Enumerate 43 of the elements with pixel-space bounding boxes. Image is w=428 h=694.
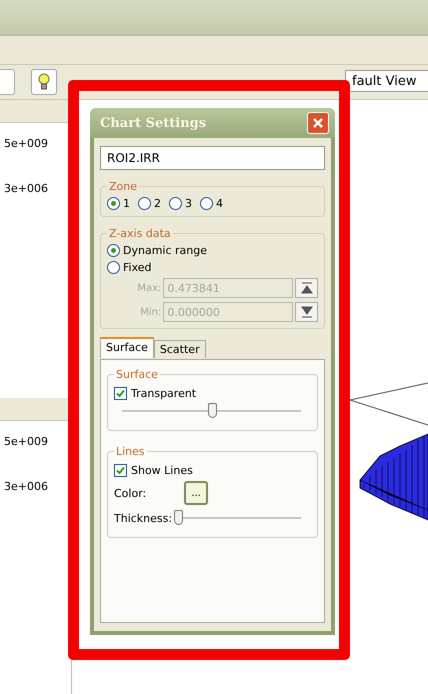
limit-label: Max:	[137, 282, 162, 294]
radio-circle[interactable]	[107, 197, 120, 210]
check-icon	[116, 466, 125, 475]
name-field[interactable]: ROI2.IRR	[100, 146, 325, 170]
radio-button[interactable]: 2	[138, 197, 161, 210]
radio-circle[interactable]	[138, 197, 151, 210]
slider-thumb[interactable]	[174, 510, 184, 525]
window-title: Chart Settings	[100, 116, 206, 130]
tab[interactable]: Surface	[100, 337, 154, 358]
tab[interactable]: Scatter	[154, 340, 206, 358]
lightbulb-icon[interactable]	[31, 69, 57, 95]
limit-label: Min:	[139, 306, 162, 318]
spin-button[interactable]	[295, 278, 318, 298]
radio-button[interactable]: 3	[169, 197, 192, 210]
radio-circle[interactable]	[107, 244, 120, 257]
value-text: 5e+009	[3, 434, 49, 450]
view-field[interactable]: fault View	[345, 70, 428, 92]
checkbox[interactable]: Show Lines	[114, 464, 311, 477]
value-text: 3e+006	[3, 479, 49, 495]
radio-circle[interactable]	[169, 197, 182, 210]
radio-button[interactable]: Dynamic range	[107, 244, 318, 257]
checkbox[interactable]: Transparent	[114, 387, 196, 400]
group-label: Lines	[115, 445, 146, 458]
value-text: 3e+006	[3, 181, 49, 197]
radio-button[interactable]: Fixed	[107, 261, 318, 274]
color-label: Color:	[114, 486, 146, 500]
group-label: Z-axis data	[108, 227, 172, 240]
close-icon	[312, 117, 324, 129]
group-label: Surface	[115, 368, 159, 381]
radio-button[interactable]: 1	[107, 197, 130, 210]
close-button[interactable]	[307, 112, 329, 134]
color-button[interactable]: ...	[184, 481, 208, 505]
group-label: Zone	[108, 180, 138, 193]
up-arrow-icon	[300, 282, 314, 294]
check-icon	[116, 389, 125, 398]
slider-thumb[interactable]	[208, 403, 216, 418]
radio-circle[interactable]	[107, 261, 120, 274]
value-text: 5e+009	[3, 136, 49, 152]
spin-button[interactable]	[295, 302, 318, 322]
radio-button[interactable]: 4	[200, 197, 223, 210]
thickness-label: Thickness:	[114, 512, 172, 524]
radio-circle[interactable]	[200, 197, 213, 210]
down-arrow-icon	[300, 306, 314, 318]
